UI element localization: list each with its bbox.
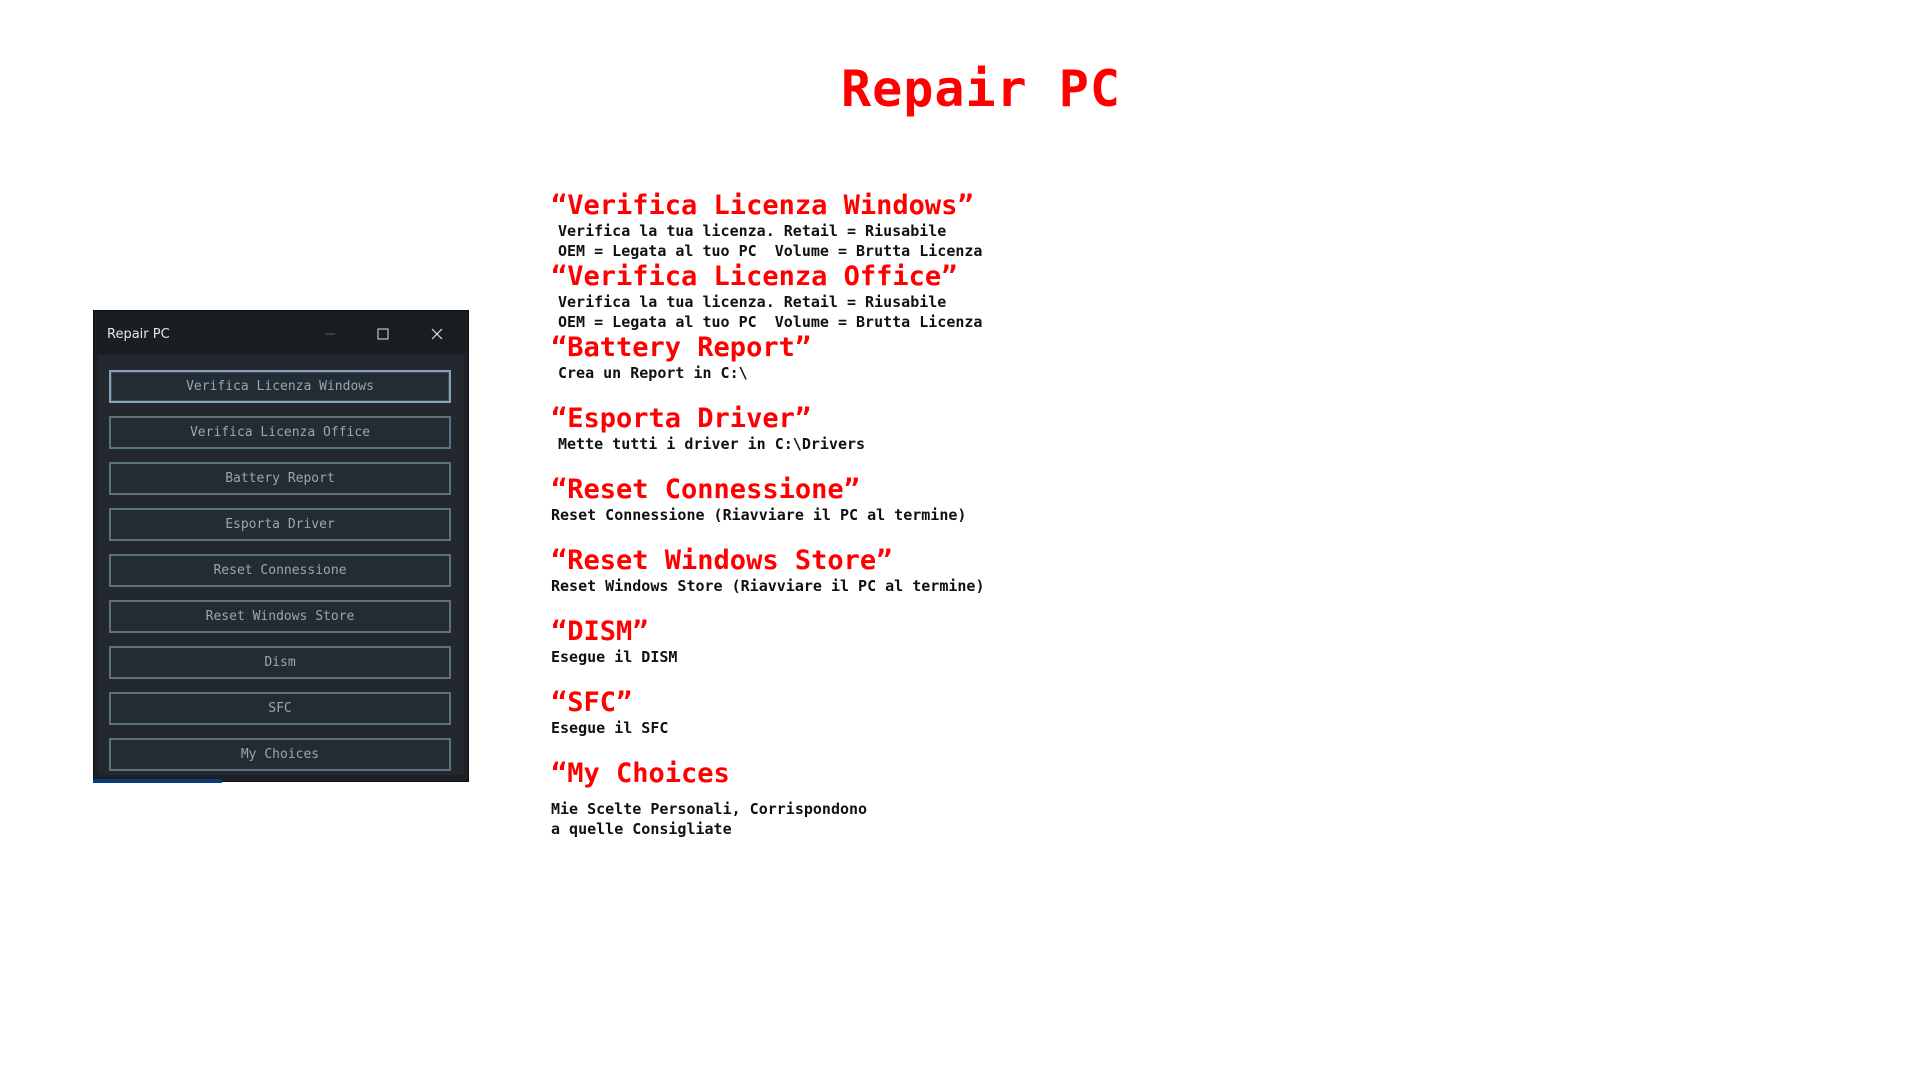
desc-line: Esegue il DISM	[551, 648, 678, 666]
desc-line: Verifica la tua licenza. Retail = Riusab…	[558, 293, 947, 311]
desc-heading: “DISM”	[551, 616, 649, 647]
desc-reset-windows-store: “Reset Windows Store” Reset Windows Stor…	[551, 546, 984, 596]
desc-heading: “Reset Windows Store”	[551, 545, 893, 576]
desc-line: Esegue il SFC	[551, 719, 669, 737]
close-button[interactable]	[414, 319, 460, 349]
window-title: Repair PC	[107, 327, 170, 342]
verifica-licenza-office-button[interactable]: Verifica Licenza Office	[109, 416, 451, 449]
maximize-button[interactable]	[360, 319, 406, 349]
desc-heading: “Verifica Licenza Windows”	[551, 190, 974, 221]
window-titlebar[interactable]: Repair PC	[94, 311, 468, 355]
desc-line: Crea un Report in C:\	[558, 364, 748, 382]
desc-reset-connessione: “Reset Connessione” Reset Connessione (R…	[551, 475, 966, 525]
verifica-licenza-windows-button[interactable]: Verifica Licenza Windows	[109, 370, 451, 403]
desc-heading: “My Choices	[551, 758, 730, 789]
desc-line: Mie Scelte Personali, Corrispondono	[551, 800, 868, 818]
window-content: Verifica Licenza Windows Verifica Licenz…	[98, 355, 464, 775]
my-choices-button[interactable]: My Choices	[109, 738, 451, 771]
desc-dism: “DISM” Esegue il DISM	[551, 617, 677, 667]
desc-sfc: “SFC” Esegue il SFC	[551, 688, 668, 738]
desc-line: Mette tutti i driver in C:\Drivers	[558, 435, 866, 453]
desc-line: Verifica la tua licenza. Retail = Riusab…	[558, 222, 947, 240]
desc-heading: “Battery Report”	[551, 332, 812, 363]
desc-verifica-licenza-office: “Verifica Licenza Office” Verifica la tu…	[551, 262, 982, 332]
repair-pc-window: Repair PC Verifica Licenza Windows Verif…	[93, 310, 469, 782]
desc-heading: “Verifica Licenza Office”	[551, 261, 958, 292]
taskbar-accent-bottom	[93, 779, 222, 783]
page-title: Repair PC	[841, 60, 1121, 118]
sfc-button[interactable]: SFC	[109, 692, 451, 725]
desc-line: Reset Windows Store (Riavviare il PC al …	[551, 577, 985, 595]
minimize-button[interactable]	[307, 319, 353, 349]
dism-button[interactable]: Dism	[109, 646, 451, 679]
reset-connessione-button[interactable]: Reset Connessione	[109, 554, 451, 587]
desc-verifica-licenza-windows: “Verifica Licenza Windows” Verifica la t…	[551, 191, 982, 261]
desc-heading: “Esporta Driver”	[551, 403, 812, 434]
desc-esporta-driver: “Esporta Driver” Mette tutti i driver in…	[551, 404, 865, 454]
desc-my-choices: “My Choices Mie Scelte Personali, Corris…	[551, 759, 867, 839]
desc-line: OEM = Legata al tuo PC Volume = Brutta L…	[558, 313, 983, 331]
desc-line: Reset Connessione (Riavviare il PC al te…	[551, 506, 967, 524]
esporta-driver-button[interactable]: Esporta Driver	[109, 508, 451, 541]
desc-line: a quelle Consigliate	[551, 820, 732, 838]
battery-report-button[interactable]: Battery Report	[109, 462, 451, 495]
desc-line: OEM = Legata al tuo PC Volume = Brutta L…	[558, 242, 983, 260]
desc-heading: “SFC”	[551, 687, 633, 718]
reset-windows-store-button[interactable]: Reset Windows Store	[109, 600, 451, 633]
desc-battery-report: “Battery Report” Crea un Report in C:\	[551, 333, 811, 383]
desc-heading: “Reset Connessione”	[551, 474, 860, 505]
